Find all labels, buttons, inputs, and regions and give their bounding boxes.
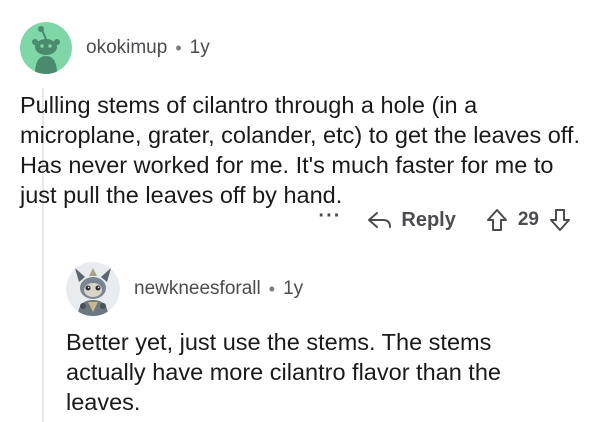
comment-action-bar: ··· Reply 29: [318, 202, 571, 238]
vote-score: 29: [517, 209, 539, 230]
avatar[interactable]: [66, 262, 120, 316]
reply-age: 1y: [283, 278, 304, 299]
reply-button[interactable]: Reply: [367, 208, 456, 232]
comment-age: 1y: [189, 37, 210, 58]
more-options-button[interactable]: ···: [318, 205, 341, 228]
reply-arrow-icon: [367, 210, 393, 230]
reply-body: Better yet, just use the stems. The stem…: [66, 329, 501, 415]
snoo-avatar-icon: [20, 22, 72, 74]
comment-username[interactable]: okokimup: [86, 37, 167, 59]
meta-separator: •: [268, 278, 276, 299]
reply-username[interactable]: newkneesforall: [134, 278, 261, 300]
downvote-arrow-icon[interactable]: [549, 208, 571, 232]
custom-avatar-icon: [66, 262, 120, 316]
upvote-arrow-icon[interactable]: [486, 208, 508, 232]
avatar[interactable]: [20, 22, 72, 74]
meta-separator: •: [175, 37, 182, 58]
reply-header: newkneesforall • 1y: [66, 262, 303, 316]
comment-header: okokimup • 1y: [20, 22, 210, 74]
comment-body: Pulling stems of cilantro through a hole…: [20, 92, 580, 208]
vote-controls: 29: [486, 208, 571, 232]
reply-label: Reply: [401, 208, 456, 231]
